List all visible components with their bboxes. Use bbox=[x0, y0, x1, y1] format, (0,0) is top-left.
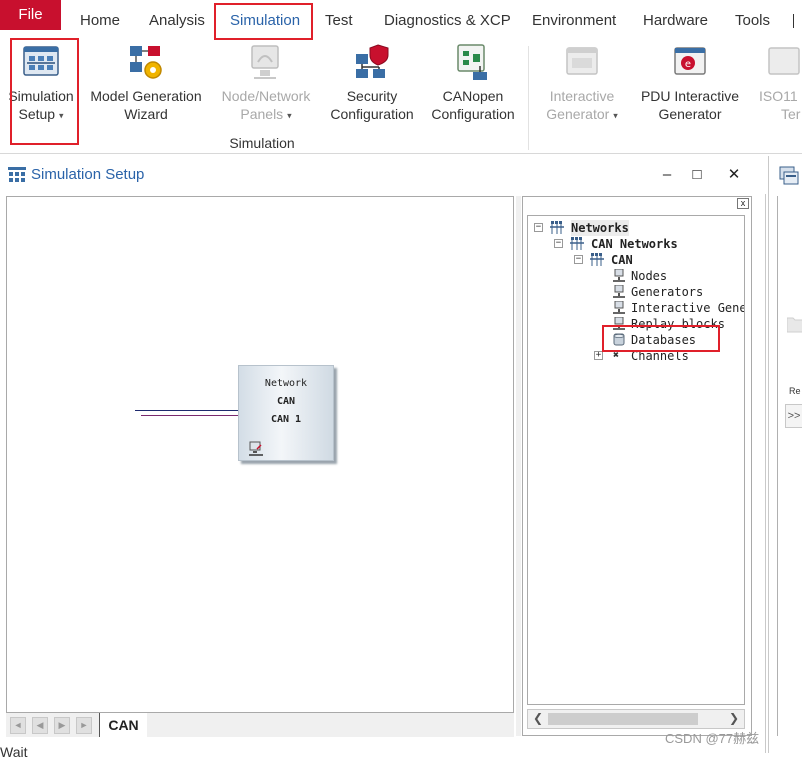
ribbon-separator bbox=[528, 46, 529, 150]
simulation-canvas[interactable]: Network CAN CAN 1 ◄ ◀ ▶ ► CAN bbox=[6, 196, 514, 737]
svg-text:e: e bbox=[685, 59, 691, 70]
adjacent-label: Re bbox=[789, 386, 801, 396]
tree-horizontal-scrollbar[interactable]: ❮ ❯ bbox=[527, 709, 745, 729]
network-tree[interactable]: − Networks − CAN Networks − CAN Nodes Ge… bbox=[527, 215, 745, 705]
adjacent-window-icon bbox=[779, 166, 799, 185]
security-configuration-icon bbox=[356, 44, 389, 78]
menu-diagnostics-xcp[interactable]: Diagnostics & XCP bbox=[384, 6, 511, 36]
iso11-button[interactable]: ISO11 Ter bbox=[754, 40, 802, 130]
menu-bar: File Home Analysis Simulation Test Diagn… bbox=[0, 0, 802, 40]
expand-icon[interactable]: + bbox=[594, 351, 603, 360]
adjacent-panel bbox=[777, 196, 802, 736]
collapse-icon[interactable]: − bbox=[574, 255, 583, 264]
ribbon-group-label: Simulation bbox=[229, 135, 295, 151]
highlight-box-databases bbox=[602, 325, 720, 352]
scroll-left-arrow-icon[interactable]: ❮ bbox=[533, 711, 543, 725]
tree-label: CAN bbox=[611, 253, 633, 267]
network-tree-panel: x − Networks − CAN Networks − CAN Nodes … bbox=[522, 196, 752, 736]
folder-icon bbox=[787, 317, 802, 333]
collapse-icon[interactable]: − bbox=[534, 223, 543, 232]
watermark: CSDN @77赫兹 bbox=[665, 731, 760, 746]
node-network-panels-label: Node/Network Panels ▾ bbox=[221, 88, 311, 122]
menu-file[interactable]: File bbox=[0, 0, 61, 30]
interactive-generator-button[interactable]: Interactive Generator ▾ bbox=[536, 40, 628, 130]
ribbon: Simulation Setup ▾ Model Generation Wiza… bbox=[0, 38, 802, 154]
prev-tab-button[interactable]: ◀ bbox=[32, 717, 48, 734]
window-title: Simulation Setup bbox=[31, 166, 145, 183]
collapse-icon[interactable]: − bbox=[554, 239, 563, 248]
menu-test[interactable]: Test bbox=[325, 6, 353, 36]
status-text: Wait bbox=[0, 744, 28, 760]
menu-tools[interactable]: Tools bbox=[735, 6, 770, 36]
tree-label: CAN Networks bbox=[591, 237, 678, 251]
maximize-button[interactable]: □ bbox=[686, 164, 708, 186]
minimize-button[interactable]: – bbox=[656, 164, 678, 186]
scroll-right-arrow-icon[interactable]: ❯ bbox=[729, 711, 739, 725]
canopen-configuration-button[interactable]: CANopen Configuration bbox=[427, 40, 519, 130]
pdu-interactive-generator-label: PDU Interactive Generator bbox=[640, 88, 740, 122]
network-block[interactable]: Network CAN CAN 1 bbox=[238, 365, 334, 461]
adjacent-window-edge: Re >> bbox=[768, 156, 802, 753]
scrollbar-thumb[interactable] bbox=[548, 713, 698, 725]
security-configuration-label: Security Configuration bbox=[330, 88, 414, 122]
highlight-box-simulation-setup bbox=[10, 38, 79, 145]
nodes-icon bbox=[613, 269, 625, 282]
menu-home[interactable]: Home bbox=[80, 6, 120, 36]
network-block-line2: CAN bbox=[276, 396, 296, 407]
panel-splitter[interactable] bbox=[516, 196, 521, 736]
last-tab-button[interactable]: ► bbox=[76, 717, 92, 734]
window-title-bar[interactable]: Simulation Setup – □ ✕ bbox=[0, 156, 766, 194]
security-configuration-button[interactable]: Security Configuration bbox=[326, 40, 418, 130]
sheet-tab-bar: ◄ ◀ ▶ ► CAN bbox=[6, 712, 514, 737]
networks-icon bbox=[550, 221, 564, 234]
close-button[interactable]: ✕ bbox=[723, 164, 745, 186]
network-node-icon bbox=[249, 441, 263, 456]
network-block-line1: Network bbox=[264, 378, 308, 389]
tree-label: Interactive Gener bbox=[631, 301, 745, 315]
iso11-label: ISO11 Ter bbox=[759, 88, 801, 122]
interactive-generator-icon bbox=[566, 47, 598, 75]
tree-label: Networks bbox=[571, 220, 629, 236]
menu-environment[interactable]: Environment bbox=[532, 6, 616, 36]
can-networks-icon bbox=[570, 237, 584, 250]
tree-label: Generators bbox=[631, 285, 704, 299]
node-network-panels-button[interactable]: Node/Network Panels ▾ bbox=[214, 40, 318, 130]
pdu-interactive-generator-button[interactable]: e PDU Interactive Generator bbox=[634, 40, 746, 130]
network-block-line3: CAN 1 bbox=[270, 414, 302, 425]
can-network-icon bbox=[590, 253, 604, 266]
tree-close-button[interactable]: x bbox=[737, 198, 749, 209]
bus-line bbox=[141, 415, 238, 416]
canopen-configuration-icon bbox=[457, 44, 487, 80]
simulation-setup-window: Simulation Setup – □ ✕ Network CAN CAN 1… bbox=[0, 156, 766, 753]
simulation-setup-window-icon bbox=[8, 167, 26, 182]
menu-analysis[interactable]: Analysis bbox=[149, 6, 205, 36]
model-generation-wizard-label: Model Generation Wizard bbox=[90, 88, 202, 122]
tab-can[interactable]: CAN bbox=[99, 713, 147, 737]
menu-hardware[interactable]: Hardware bbox=[643, 6, 708, 36]
interactive-generator-label: Interactive Generator ▾ bbox=[546, 88, 618, 122]
model-generation-wizard-button[interactable]: Model Generation Wizard bbox=[86, 40, 206, 130]
node-network-panels-icon bbox=[251, 45, 279, 79]
model-generation-wizard-icon bbox=[130, 46, 162, 79]
generators-icon bbox=[613, 285, 625, 298]
interactive-generators-icon bbox=[613, 301, 625, 314]
next-tab-button[interactable]: ▶ bbox=[54, 717, 70, 734]
bus-line bbox=[135, 410, 238, 411]
first-tab-button[interactable]: ◄ bbox=[10, 717, 26, 734]
expand-panel-button[interactable]: >> bbox=[785, 404, 802, 428]
tree-label: Nodes bbox=[631, 269, 668, 283]
highlight-box-simulation-tab bbox=[214, 3, 313, 40]
pdu-interactive-generator-icon: e bbox=[674, 47, 706, 75]
menu-overflow-edge bbox=[793, 14, 802, 28]
iso11-icon bbox=[768, 47, 800, 75]
canopen-configuration-label: CANopen Configuration bbox=[431, 88, 515, 122]
